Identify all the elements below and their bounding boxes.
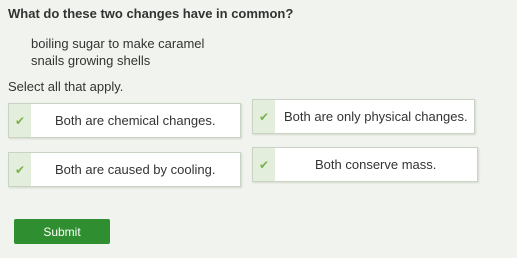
choice-physical-changes[interactable]: ✔ Both are only physical changes. <box>252 99 475 134</box>
submit-button[interactable]: Submit <box>14 219 110 244</box>
checkmark-icon: ✔ <box>253 100 275 133</box>
change-item: boiling sugar to make caramel <box>31 36 205 51</box>
choice-label: Both are only physical changes. <box>284 109 468 124</box>
choice-caused-by-cooling[interactable]: ✔ Both are caused by cooling. <box>8 152 241 187</box>
instruction-text: Select all that apply. <box>8 79 124 94</box>
changes-list: boiling sugar to make caramel snails gro… <box>31 35 204 69</box>
choice-label: Both are chemical changes. <box>55 113 216 128</box>
choice-label: Both conserve mass. <box>315 157 437 172</box>
choice-conserve-mass[interactable]: ✔ Both conserve mass. <box>252 147 478 182</box>
change-item: snails growing shells <box>31 53 151 68</box>
checkmark-icon: ✔ <box>9 104 31 137</box>
choice-chemical-changes[interactable]: ✔ Both are chemical changes. <box>8 103 241 138</box>
choice-label: Both are caused by cooling. <box>55 162 216 177</box>
question-text: What do these two changes have in common… <box>8 6 294 21</box>
checkmark-icon: ✔ <box>9 153 31 186</box>
checkmark-icon: ✔ <box>253 148 275 181</box>
